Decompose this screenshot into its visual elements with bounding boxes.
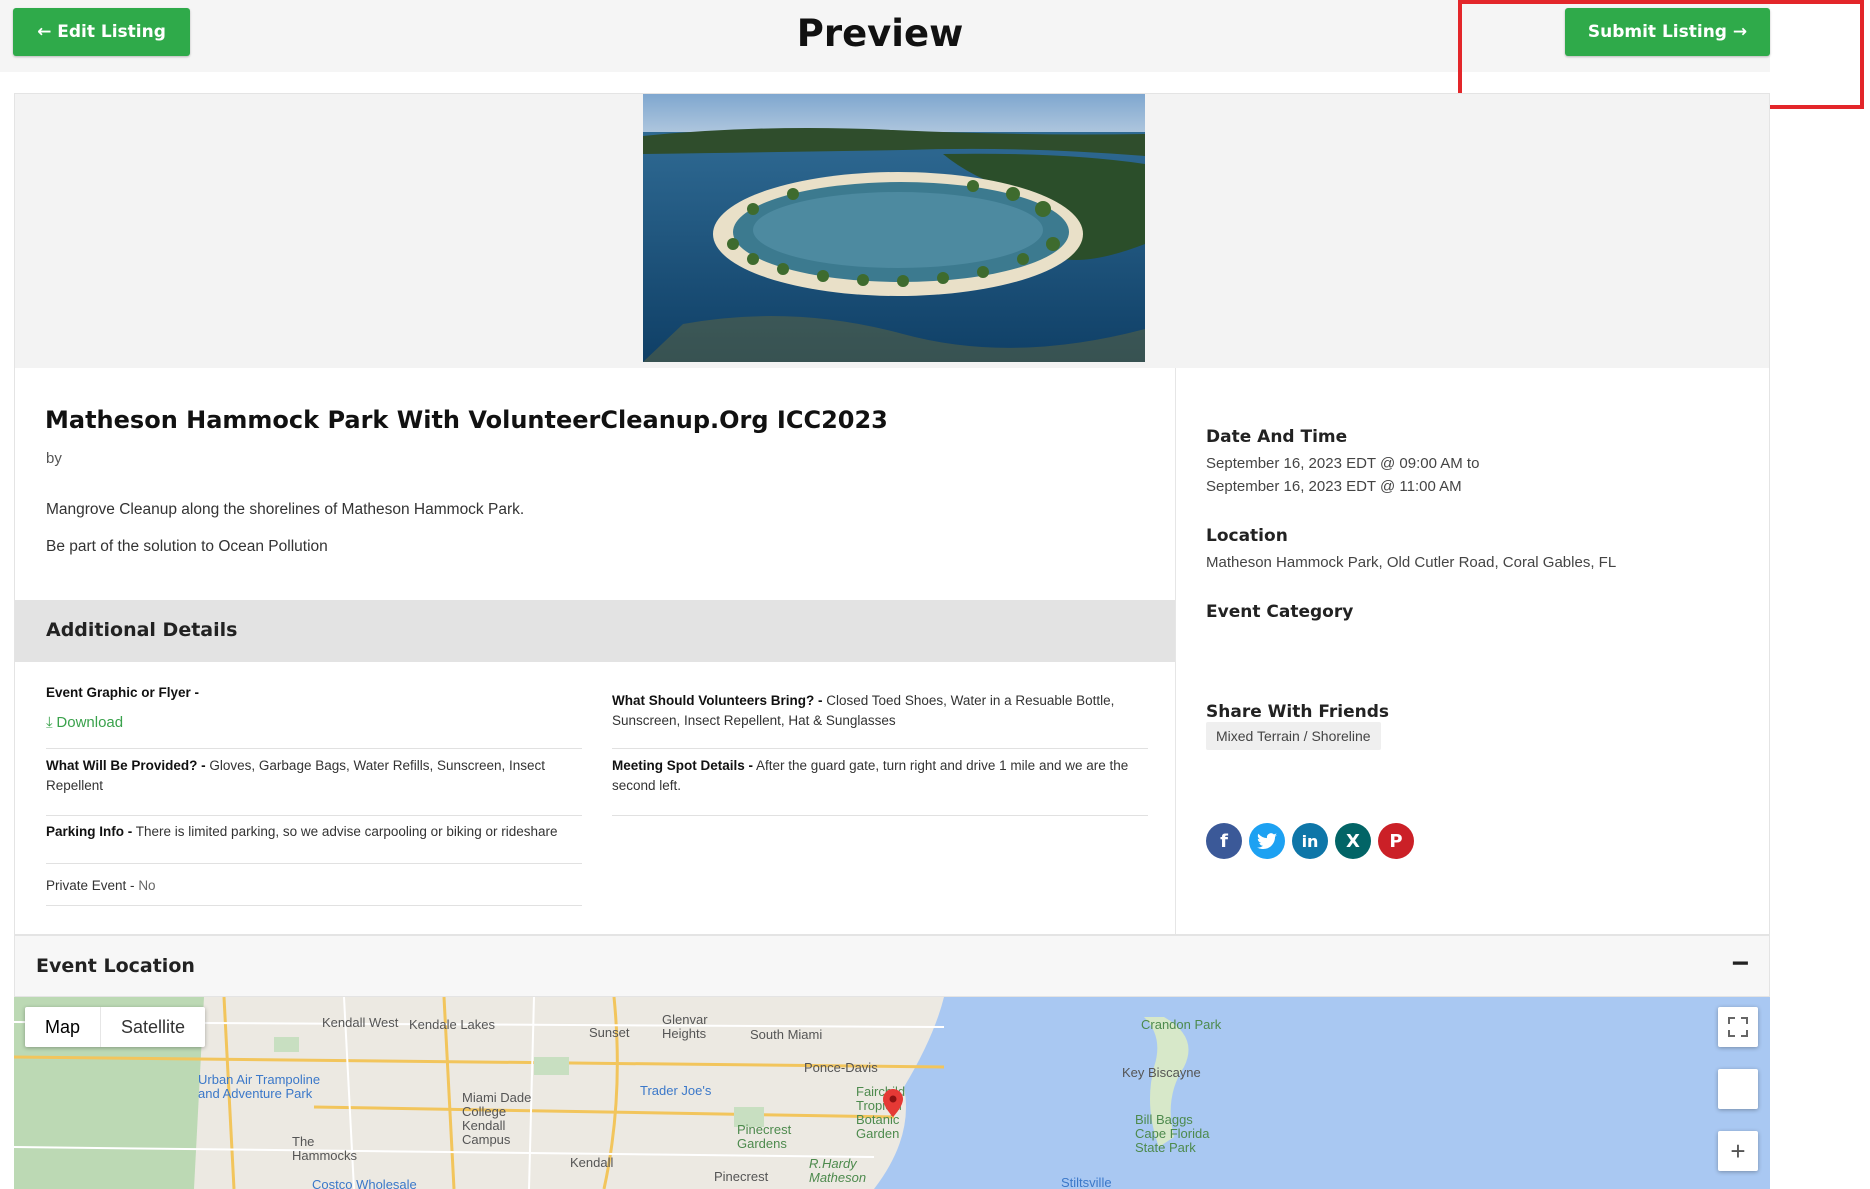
additional-details-header: Additional Details [15,600,1175,662]
page-title: Preview [796,12,964,55]
event-map[interactable]: Map Satellite Kendall West Kendale Lakes… [14,997,1770,1189]
hero-band [15,94,1769,368]
event-location-title: Event Location [36,955,195,977]
street-view-control[interactable] [1718,1069,1758,1109]
event-description-line: Be part of the solution to Ocean Polluti… [46,538,328,555]
map-place-label: Pinecrest Gardens [737,1122,792,1151]
share-buttons: f in X P [1206,823,1414,859]
zoom-in-button[interactable]: + [1718,1131,1758,1171]
location-value: Matheson Hammock Park, Old Cutler Road, … [1206,554,1617,571]
map-place-label: Glenvar Heights [662,1012,708,1041]
map-place-label: Sunset [589,1025,630,1040]
detail-provided: What Will Be Provided? - Gloves, Garbage… [46,756,582,816]
map-place-label: Ponce-Davis [804,1060,878,1075]
linkedin-icon[interactable]: in [1292,823,1328,859]
facebook-icon[interactable]: f [1206,823,1242,859]
map-place-label: Bill Baggs Cape Florida State Park [1135,1112,1210,1155]
map-type-toggle: Map Satellite [25,1007,206,1047]
map-view-button[interactable]: Map [25,1007,100,1047]
map-place-label: Key Biscayne [1122,1065,1201,1080]
twitter-icon[interactable] [1249,823,1285,859]
map-place-label: Stiltsville [1061,1175,1112,1189]
pinterest-icon[interactable]: P [1378,823,1414,859]
location-heading: Location [1206,526,1288,546]
event-author: by [46,450,62,467]
detail-value: There is limited parking, so we advise c… [135,824,558,839]
download-icon: ⤓ [46,714,53,731]
detail-label: Meeting Spot Details - [612,758,754,773]
event-title: Matheson Hammock Park With VolunteerClea… [45,406,888,434]
date-start: September 16, 2023 EDT @ 09:00 AM to [1206,455,1480,472]
detail-value: No [138,878,156,893]
map-place-label: Trader Joe's [640,1083,712,1098]
map-pin-icon[interactable] [883,1089,903,1122]
map-place-label: R.Hardy Matheson [809,1156,867,1185]
detail-private: Private Event - No [46,864,582,906]
map-place-label: The Hammocks [292,1134,358,1163]
date-end: September 16, 2023 EDT @ 11:00 AM [1206,478,1462,495]
detail-meeting: Meeting Spot Details - After the guard g… [612,756,1148,816]
download-link[interactable]: ⤓ Download [46,713,582,733]
detail-label: Private Event - [46,878,135,893]
xing-icon[interactable]: X [1335,823,1371,859]
detail-graphic: Event Graphic or Flyer - ⤓ Download [46,683,582,749]
edit-listing-button[interactable]: ← Edit Listing [13,8,190,56]
additional-details-title: Additional Details [46,619,238,641]
collapse-button[interactable]: − [1731,947,1749,981]
detail-label: Event Graphic or Flyer - [46,685,200,700]
fullscreen-icon[interactable] [1718,1007,1758,1047]
event-photo [643,94,1145,362]
map-place-label: Kendall West [322,1015,399,1030]
event-sidebar: Date And Time September 16, 2023 EDT @ 0… [1175,368,1770,934]
category-tag[interactable]: Mixed Terrain / Shoreline [1206,722,1381,750]
detail-label: What Will Be Provided? - [46,758,206,773]
event-description-line: Mangrove Cleanup along the shorelines of… [46,501,525,518]
detail-label: Parking Info - [46,824,133,839]
date-time-heading: Date And Time [1206,427,1348,447]
category-heading: Event Category [1206,602,1354,622]
map-place-label: Kendale Lakes [409,1017,496,1032]
detail-bring: What Should Volunteers Bring? - Closed T… [612,691,1148,749]
event-details-column: Matheson Hammock Park With VolunteerClea… [15,368,1175,934]
map-place-label: Kendall [570,1155,614,1170]
map-place-label: Crandon Park [1141,1017,1222,1032]
download-label: Download [56,714,124,731]
detail-label: What Should Volunteers Bring? - [612,693,823,708]
satellite-view-button[interactable]: Satellite [100,1007,205,1047]
event-location-header: Event Location − [14,935,1770,997]
map-place-label: South Miami [750,1027,823,1042]
map-place-label: Pinecrest [714,1169,769,1184]
map-place-label: Costco Wholesale [312,1177,417,1189]
share-heading: Share With Friends [1206,702,1390,722]
map-place-label: Miami Dade College Kendall Campus [462,1090,532,1147]
detail-parking: Parking Info - There is limited parking,… [46,822,582,864]
map-place-label: Urban Air Trampoline and Adventure Park [198,1072,321,1101]
listing-card: Matheson Hammock Park With VolunteerClea… [14,93,1770,935]
